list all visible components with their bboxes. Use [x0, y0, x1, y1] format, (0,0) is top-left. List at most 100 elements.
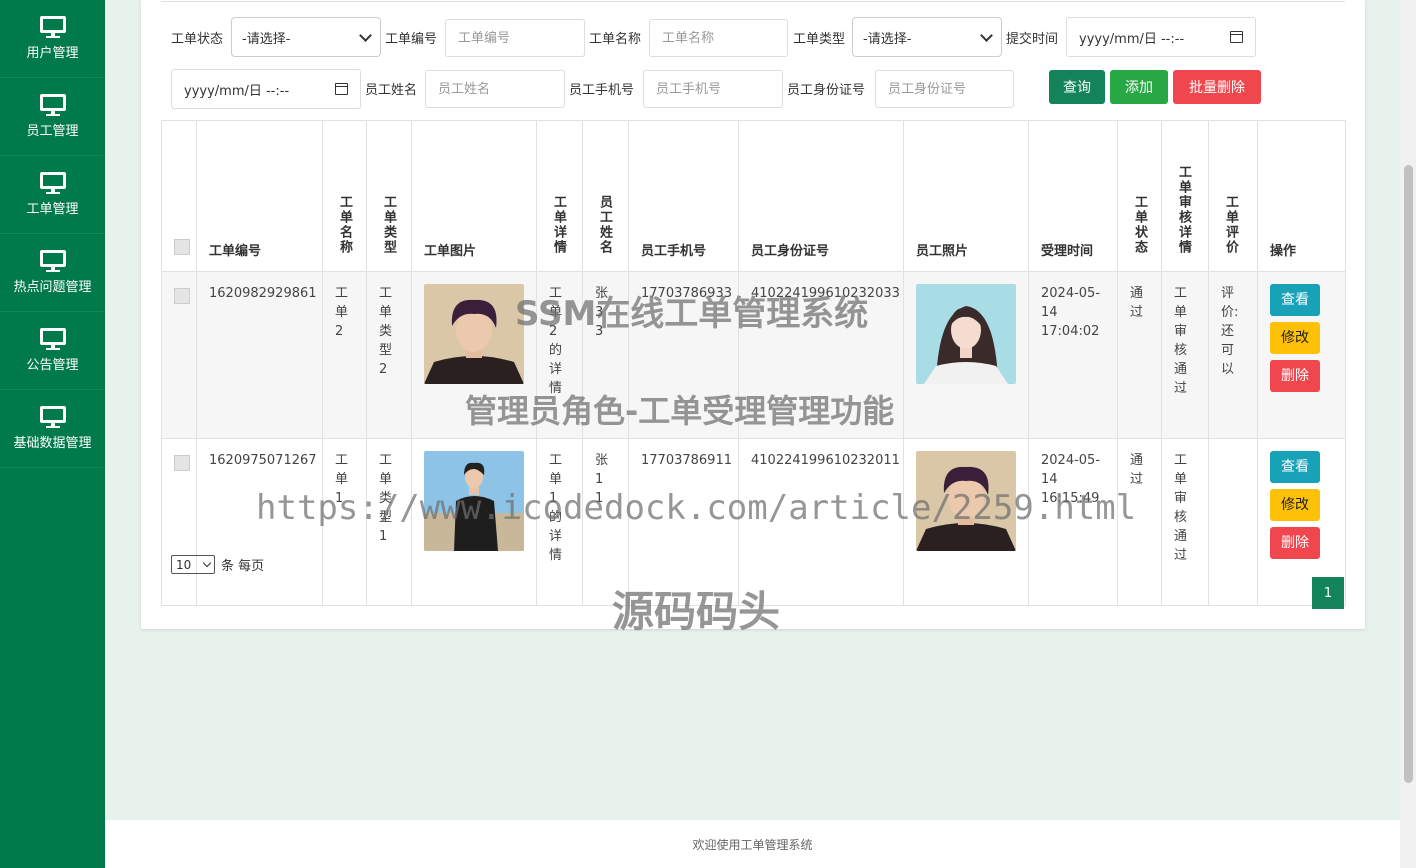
submit-time-start-input[interactable]: yyyy/mm/日 --:-- [1066, 17, 1256, 57]
delete-button[interactable]: 删除 [1270, 360, 1320, 392]
submit-time-end-input[interactable]: yyyy/mm/日 --:-- [171, 69, 361, 109]
monitor-icon [39, 406, 66, 428]
header-status-text: 工单状态 [1132, 195, 1147, 255]
workorder-image [424, 451, 524, 551]
header-status: 工单状态 [1117, 120, 1162, 272]
header-image: 工单图片 [411, 120, 537, 272]
cell-status-text: 通过 [1130, 286, 1144, 320]
cell-review: 工单审核通过 [1161, 271, 1209, 439]
cell-detail: 工单1的详情 [536, 438, 583, 606]
monitor-icon [39, 328, 66, 350]
page-size-select[interactable]: 10 [171, 555, 215, 574]
cell-review-text: 工单审核通过 [1174, 286, 1188, 396]
cell-status: 通过 [1117, 438, 1162, 606]
cell-status-text: 通过 [1130, 453, 1144, 487]
footer: 欢迎使用工单管理系统 [105, 820, 1400, 868]
page-button-current[interactable]: 1 [1312, 577, 1344, 609]
cell-type: 工单类型1 [366, 438, 412, 606]
type-select-value: -请选择- [863, 31, 912, 47]
monitor-icon [39, 16, 66, 38]
header-emp-name: 员工姓名 [582, 120, 629, 272]
sidebar-item-users[interactable]: 用户管理 [0, 0, 105, 78]
cell-emp-name-text: 张11 [595, 453, 609, 506]
sidebar-item-employees[interactable]: 员工管理 [0, 78, 105, 156]
delete-button[interactable]: 删除 [1270, 527, 1320, 559]
table-row: 1620975071267 工单1 工单类型1 工单1的详情 张11 17703… [161, 438, 1346, 606]
row-select-cell [161, 271, 197, 439]
cell-accept-time: 2024-05-14 16:15:49 [1028, 438, 1118, 606]
cell-status: 通过 [1117, 271, 1162, 439]
calendar-icon[interactable] [335, 83, 348, 95]
sidebar-item-label: 公告管理 [26, 358, 79, 373]
header-emp-phone: 员工手机号 [628, 120, 739, 272]
header-detail: 工单详情 [536, 120, 583, 272]
sidebar-item-base-data[interactable]: 基础数据管理 [0, 390, 105, 468]
cell-emp-photo [903, 438, 1029, 606]
row-select-cell [161, 438, 197, 606]
employee-id-input[interactable] [875, 70, 1014, 108]
employee-phone-input[interactable] [643, 70, 783, 108]
sidebar-item-label: 用户管理 [26, 46, 79, 61]
employee-id-label: 员工身份证号 [787, 83, 866, 98]
scrollbar-thumb[interactable] [1404, 165, 1413, 783]
sidebar-item-workorders[interactable]: 工单管理 [0, 156, 105, 234]
header-rating-text: 工单评价 [1223, 195, 1238, 255]
header-type: 工单类型 [366, 120, 412, 272]
query-button[interactable]: 查询 [1049, 70, 1105, 104]
add-button[interactable]: 添加 [1110, 70, 1168, 104]
sidebar: 用户管理 员工管理 工单管理 热点问题管理 公告管理 基础数据管理 [0, 0, 105, 868]
name-input[interactable] [649, 19, 788, 57]
sidebar-item-label: 员工管理 [26, 124, 79, 139]
cell-rating-text: 评价:还可以 [1221, 286, 1239, 377]
cell-emp-phone: 17703786933 [628, 271, 739, 439]
header-detail-text: 工单详情 [551, 195, 566, 255]
cell-type: 工单类型2 [366, 271, 412, 439]
cell-emp-name: 张11 [582, 438, 629, 606]
name-filter-label: 工单名称 [589, 32, 642, 47]
cell-number: 1620975071267 [196, 438, 323, 606]
header-review-text: 工单审核详情 [1176, 165, 1191, 255]
edit-button[interactable]: 修改 [1270, 489, 1320, 521]
header-select [161, 120, 197, 272]
view-button[interactable]: 查看 [1270, 284, 1320, 316]
table-row: 1620982929861 工单2 工单类型2 工单2的详情 张33 17703… [161, 271, 1346, 439]
number-input[interactable] [445, 19, 585, 57]
cell-actions: 查看 修改 删除 [1257, 271, 1346, 439]
header-emp-id: 员工身份证号 [738, 120, 904, 272]
header-emp-photo: 员工照片 [903, 120, 1029, 272]
cell-accept-time: 2024-05-14 17:04:02 [1028, 271, 1118, 439]
row-checkbox[interactable] [174, 455, 190, 471]
table-header-row: 工单编号 工单名称 工单类型 工单图片 工单详情 员工姓名 员工手机号 员工身份… [161, 120, 1346, 272]
header-rating: 工单评价 [1208, 120, 1258, 272]
submit-time-label: 提交时间 [1006, 32, 1059, 47]
header-name-text: 工单名称 [337, 195, 352, 255]
select-all-checkbox[interactable] [174, 239, 190, 255]
type-filter-label: 工单类型 [793, 32, 846, 47]
header-emp-name-text: 员工姓名 [597, 195, 612, 255]
type-select[interactable]: -请选择- [852, 17, 1002, 57]
cell-emp-phone: 17703786911 [628, 438, 739, 606]
sidebar-item-label: 工单管理 [26, 202, 79, 217]
cell-emp-name-text: 张33 [595, 286, 609, 339]
bulk-delete-button[interactable]: 批量删除 [1173, 70, 1261, 104]
employee-name-input[interactable] [425, 70, 565, 108]
cell-rating: 评价:还可以 [1208, 271, 1258, 439]
row-checkbox[interactable] [174, 288, 190, 304]
view-button[interactable]: 查看 [1270, 451, 1320, 483]
monitor-icon [39, 94, 66, 116]
chevron-down-icon [359, 28, 372, 42]
edit-button[interactable]: 修改 [1270, 322, 1320, 354]
sidebar-item-notices[interactable]: 公告管理 [0, 312, 105, 390]
cell-detail: 工单2的详情 [536, 271, 583, 439]
cell-number: 1620982929861 [196, 271, 323, 439]
employee-photo [916, 451, 1016, 551]
chevron-down-icon [202, 558, 212, 568]
cell-type-text: 工单类型1 [379, 453, 393, 544]
header-number: 工单编号 [196, 120, 323, 272]
header-review: 工单审核详情 [1161, 120, 1209, 272]
calendar-icon[interactable] [1230, 31, 1243, 43]
status-select[interactable]: -请选择- [231, 17, 381, 57]
sidebar-item-hot-issues[interactable]: 热点问题管理 [0, 234, 105, 312]
header-type-text: 工单类型 [381, 195, 396, 255]
header-name: 工单名称 [322, 120, 367, 272]
